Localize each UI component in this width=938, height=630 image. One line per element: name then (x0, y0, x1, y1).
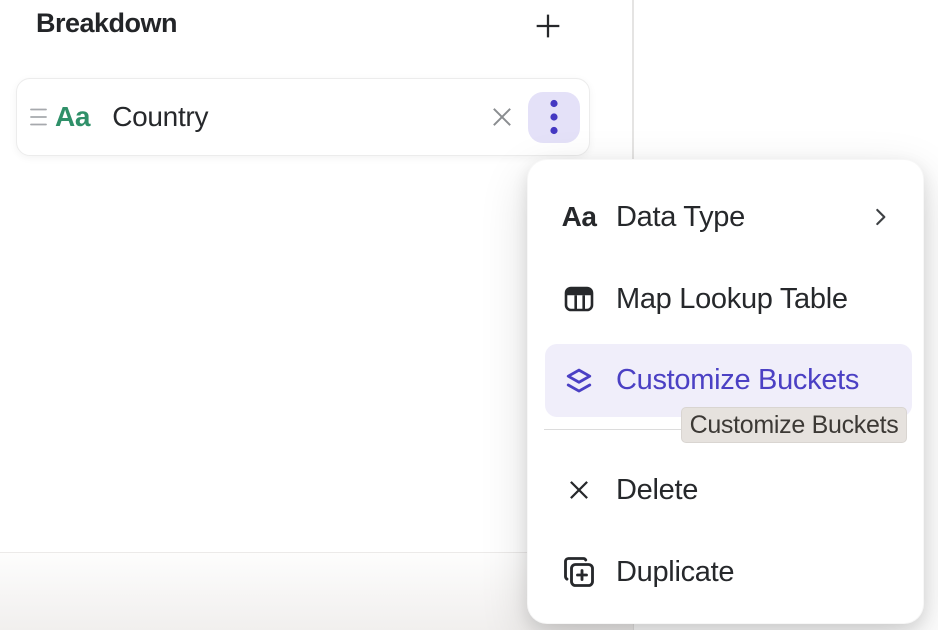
kebab-icon (549, 99, 559, 135)
remove-field-button[interactable] (484, 99, 520, 135)
copy-plus-icon (561, 554, 597, 590)
stack-icon (561, 363, 597, 399)
menu-item-delete[interactable]: Delete (528, 449, 923, 531)
add-breakdown-button[interactable] (527, 5, 569, 47)
field-menu-button[interactable] (528, 92, 580, 143)
drag-handle-icon[interactable] (23, 97, 53, 137)
menu-item-label: Map Lookup Table (616, 283, 848, 316)
menu-item-label: Delete (616, 474, 698, 507)
customize-buckets-tooltip: Customize Buckets (681, 407, 907, 443)
page-title: Breakdown (36, 8, 177, 39)
chevron-right-icon (867, 204, 893, 230)
menu-item-label: Data Type (616, 201, 745, 234)
field-type-icon: Aa (55, 101, 90, 133)
breakdown-header: Breakdown (0, 0, 633, 60)
menu-item-data-type[interactable]: Aa Data Type (528, 176, 923, 258)
menu-item-label: Customize Buckets (616, 364, 859, 397)
x-icon (561, 472, 597, 508)
menu-item-map-lookup-table[interactable]: Map Lookup Table (528, 258, 923, 340)
field-label: Country (112, 101, 208, 133)
menu-item-duplicate[interactable]: Duplicate (528, 531, 923, 613)
close-icon (488, 103, 516, 131)
menu-item-label: Duplicate (616, 556, 734, 589)
field-context-menu: Aa Data Type Map Lookup Table Customize … (527, 159, 924, 624)
plus-icon (532, 10, 564, 42)
breakdown-field-card: Aa Country (16, 78, 590, 156)
text-type-icon: Aa (561, 199, 597, 235)
table-icon (561, 281, 597, 317)
